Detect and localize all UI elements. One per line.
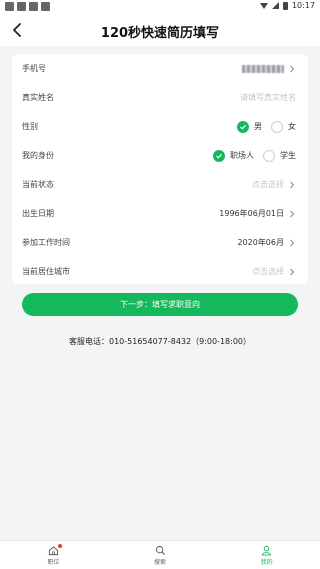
city-row[interactable]: 当前居住城市 点击选择	[12, 257, 308, 286]
battery-icon	[282, 1, 288, 10]
nav-label-mine: 我的	[260, 559, 273, 566]
nav-item-search[interactable]: 搜索	[107, 541, 214, 569]
signal-icon	[271, 2, 279, 9]
gender-female-radio[interactable]	[271, 120, 283, 133]
chevron-right-icon	[290, 210, 295, 217]
status-time: 10:17	[291, 1, 315, 10]
gender-label: 性别	[22, 122, 38, 131]
chevron-right-icon	[290, 181, 295, 188]
phone-value-redacted	[242, 64, 284, 73]
identity-worker-label: 职场人	[230, 151, 254, 160]
work-start-row[interactable]: 参加工作时间 2020年06月	[12, 228, 308, 257]
user-icon	[262, 545, 272, 556]
phone-label: 手机号	[22, 64, 46, 73]
work-start-label: 参加工作时间	[22, 238, 70, 247]
gender-row: 性别 男 女	[12, 112, 308, 141]
identity-label: 我的身份	[22, 151, 54, 160]
chevron-right-icon	[290, 65, 295, 72]
birth-value: 1996年06月01日	[219, 209, 284, 218]
identity-worker-radio[interactable]	[213, 149, 225, 162]
nav-item-jobs[interactable]: 职位	[0, 541, 107, 569]
status-value: 点击选择	[252, 180, 284, 189]
birth-label: 出生日期	[22, 209, 54, 218]
page-title: 120秒快速简历填写	[100, 26, 220, 41]
work-start-value: 2020年06月	[237, 238, 284, 247]
nav-label-jobs: 职位	[47, 559, 60, 566]
chevron-right-icon	[290, 268, 295, 275]
next-step-button[interactable]: 下一步：填写求职意向	[22, 293, 298, 316]
gender-male-radio[interactable]	[237, 120, 249, 133]
nav-item-mine[interactable]: 我的	[213, 541, 320, 569]
city-label: 当前居住城市	[22, 267, 70, 276]
status-label: 当前状态	[22, 180, 54, 189]
status-bar: 10:17	[0, 0, 320, 14]
phone-row[interactable]: 手机号	[12, 54, 308, 83]
birth-row[interactable]: 出生日期 1996年06月01日	[12, 199, 308, 228]
name-field[interactable]: 请填写真实姓名	[240, 92, 296, 103]
identity-student-label: 学生	[280, 151, 296, 160]
status-row[interactable]: 当前状态 点击选择	[12, 170, 308, 199]
search-icon	[155, 545, 165, 555]
header: 120秒快速简历填写	[0, 14, 320, 46]
wifi-icon	[259, 2, 268, 9]
city-value: 点击选择	[252, 267, 284, 276]
name-label: 真实姓名	[22, 93, 54, 102]
notification-icon	[41, 2, 50, 11]
notification-icon	[17, 2, 26, 11]
bottom-nav: 职位 搜索 我的	[0, 540, 320, 569]
name-row: 真实姓名 请填写真实姓名	[12, 83, 308, 112]
identity-row: 我的身份 职场人 学生	[12, 141, 308, 170]
service-phone: 客服电话：010-51654077-8432（9:00-18:00）	[68, 337, 252, 346]
check-icon	[216, 153, 222, 159]
chevron-right-icon	[290, 239, 295, 246]
notification-icons	[5, 2, 50, 11]
gender-male-label: 男	[254, 122, 262, 131]
identity-student-radio[interactable]	[263, 149, 275, 162]
gender-female-label: 女	[288, 122, 296, 131]
notification-icon	[5, 2, 14, 11]
notification-dot	[58, 544, 62, 548]
notification-icon	[29, 2, 38, 11]
nav-label-search: 搜索	[154, 559, 167, 566]
resume-form: 手机号 真实姓名 请填写真实姓名 性别 男 女 我的身份 职场人 学生 当前状态…	[12, 54, 308, 284]
check-icon	[240, 124, 246, 130]
